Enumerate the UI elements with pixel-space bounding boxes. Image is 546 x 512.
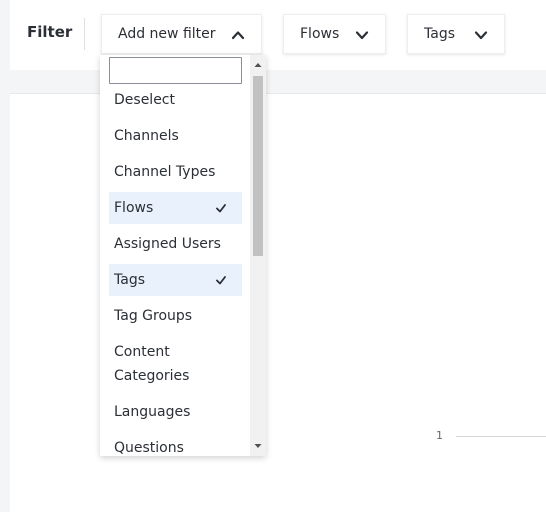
- axis-line: [456, 436, 546, 437]
- flows-filter-button[interactable]: Flows: [283, 14, 386, 54]
- dropdown-list: Deselect Channels Channel Types Flows As…: [100, 55, 250, 456]
- dropdown-search-input[interactable]: [109, 57, 242, 84]
- dropdown-item-tag-groups[interactable]: Tag Groups: [109, 304, 242, 328]
- dropdown-item-deselect[interactable]: Deselect: [109, 88, 242, 112]
- add-new-filter-label: Add new filter: [118, 26, 216, 42]
- dropdown-item-questions[interactable]: Questions: [109, 436, 242, 456]
- dropdown-item-label: Flows: [114, 200, 154, 216]
- dropdown-scrollbar[interactable]: [250, 55, 266, 456]
- dropdown-item-label: Questions: [114, 440, 184, 456]
- chart-panel: 1: [10, 93, 546, 512]
- add-new-filter-button[interactable]: Add new filter: [101, 14, 262, 54]
- check-icon: [216, 204, 226, 213]
- scrollbar-thumb[interactable]: [253, 76, 263, 256]
- dropdown-item-label: Deselect: [114, 92, 175, 108]
- flows-filter-label: Flows: [300, 26, 340, 42]
- chevron-down-icon: [355, 31, 369, 40]
- dropdown-item-channel-types[interactable]: Channel Types: [109, 160, 242, 184]
- chevron-down-icon: [474, 31, 488, 40]
- dropdown-item-channels[interactable]: Channels: [109, 124, 242, 148]
- dropdown-item-label: Channel Types: [114, 164, 216, 180]
- dropdown-item-label: Assigned Users: [114, 236, 221, 252]
- dropdown-item-label: Languages: [114, 404, 191, 420]
- tags-filter-button[interactable]: Tags: [407, 14, 505, 54]
- dropdown-item-languages[interactable]: Languages: [109, 400, 242, 424]
- dropdown-item-label: Tags: [114, 272, 145, 288]
- filter-title: Filter: [27, 23, 73, 41]
- dropdown-item-assigned-users[interactable]: Assigned Users: [109, 232, 242, 256]
- scroll-down-arrow-icon[interactable]: [250, 438, 266, 454]
- tags-filter-label: Tags: [424, 26, 455, 42]
- dropdown-item-label: Content Categories: [114, 344, 190, 384]
- scroll-up-arrow-icon[interactable]: [250, 57, 266, 73]
- divider: [84, 18, 85, 50]
- dropdown-item-label: Channels: [114, 128, 179, 144]
- add-filter-dropdown: Deselect Channels Channel Types Flows As…: [100, 55, 266, 456]
- axis-tick-label: 1: [436, 429, 443, 442]
- dropdown-item-label: Tag Groups: [114, 308, 193, 324]
- dropdown-item-tags[interactable]: Tags: [109, 264, 242, 296]
- check-icon: [216, 276, 226, 285]
- dropdown-item-flows[interactable]: Flows: [109, 192, 242, 224]
- chevron-up-icon: [231, 31, 245, 40]
- dropdown-item-content-categories[interactable]: Content Categories: [109, 340, 219, 388]
